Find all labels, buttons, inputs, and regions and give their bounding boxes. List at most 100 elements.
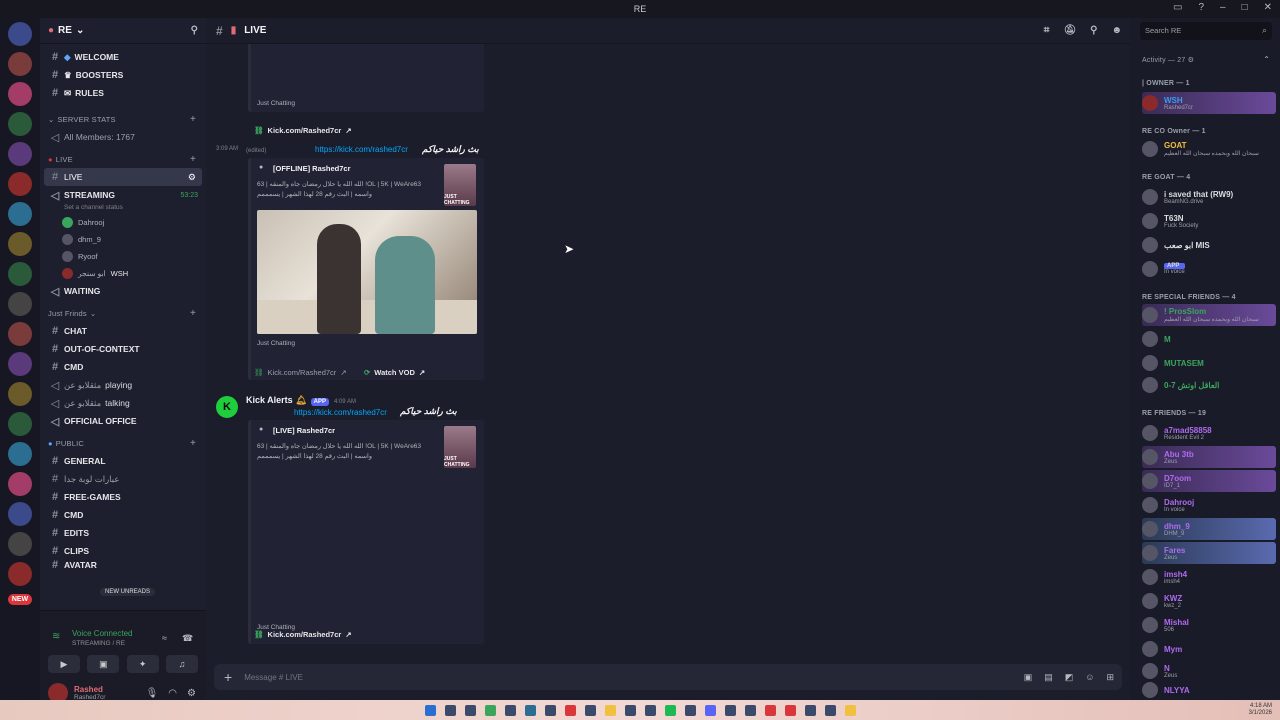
category-live[interactable]: ● LIVE + <box>40 150 206 168</box>
channel-streaming[interactable]: ◁ STREAMING 53:23 <box>40 186 206 204</box>
new-unreads-pill[interactable]: NEW UNREADS <box>100 588 156 596</box>
member-item[interactable]: dhm_9 DHM_9 <box>1142 518 1276 540</box>
taskbar-app-icon[interactable] <box>544 704 556 716</box>
gift-icon[interactable]: ▣ <box>1024 672 1033 683</box>
channel-free-games[interactable]: # FREE-GAMES <box>40 488 206 506</box>
channel-general[interactable]: # GENERAL <box>40 452 206 470</box>
voice-user[interactable]: dhm_9 <box>40 231 206 248</box>
member-item[interactable]: WSH Rashed7cr <box>1142 92 1276 114</box>
emoji-icon[interactable]: ☺ <box>1085 672 1094 683</box>
kick-link-button[interactable]: ⛓ Kick.com/Rashed7cr ↗ <box>254 126 352 135</box>
embed-title[interactable]: [LIVE] Rashed7cr <box>273 426 335 435</box>
activity-header[interactable]: Activity — 27 ⚙ <box>1142 56 1194 64</box>
threads-icon[interactable]: ⌗ <box>1044 25 1050 36</box>
add-attachment-icon[interactable]: + <box>224 669 232 685</box>
help-icon[interactable]: ? <box>1198 2 1204 13</box>
server-icon[interactable] <box>8 382 32 406</box>
kick-link-button[interactable]: ⛓ Kick.com/Rashed7cr ↗ <box>254 368 347 377</box>
member-item[interactable]: العاقل اوتش 7-0 <box>1142 374 1276 396</box>
server-icon[interactable] <box>8 292 32 316</box>
close-button[interactable]: ✕ <box>1264 2 1272 13</box>
member-item[interactable]: M <box>1142 328 1276 350</box>
member-item[interactable]: Dahrooj In voice <box>1142 494 1276 516</box>
member-item[interactable]: i saved that (RW9) BeamNG.drive <box>1142 186 1276 208</box>
gif-icon[interactable]: ▤ <box>1044 672 1053 683</box>
channel-cmd[interactable]: # CMD <box>40 358 206 376</box>
taskbar-app-icon[interactable] <box>784 704 796 716</box>
server-icon[interactable] <box>8 22 32 46</box>
member-item[interactable]: ! ProsSlom سبحان الله وبحمده سبحان الله ا… <box>1142 304 1276 326</box>
message-composer[interactable]: + Message # LIVE ▣ ▤ ◩ ☺ ⊞ <box>214 664 1122 690</box>
category-just-friends[interactable]: Just Frinds ⌄ + <box>40 304 206 322</box>
screen-share-button[interactable]: ▣ <box>87 655 120 673</box>
member-item[interactable]: GOAT سبحان الله وبحمده سبحان الله العظيم <box>1142 138 1276 160</box>
server-icon[interactable] <box>8 52 32 76</box>
taskbar-app-icon[interactable] <box>464 704 476 716</box>
member-item[interactable]: NLYYA <box>1142 682 1276 698</box>
chevron-up-icon[interactable]: ⌃ <box>1263 55 1270 64</box>
stream-thumbnail[interactable] <box>257 210 477 334</box>
add-channel-icon[interactable]: + <box>190 438 196 449</box>
pin-icon[interactable]: ⚲ <box>1090 25 1097 36</box>
server-icon[interactable] <box>8 562 32 586</box>
message-link[interactable]: https://kick.com/rashed7cr <box>315 145 408 154</box>
taskbar-app-icon[interactable] <box>664 704 676 716</box>
channel-talking[interactable]: ◁ مثقلابو عن talking <box>40 394 206 412</box>
taskbar-app-icon[interactable] <box>644 704 656 716</box>
server-icon[interactable] <box>8 322 32 346</box>
start-icon[interactable] <box>424 704 436 716</box>
add-channel-icon[interactable]: + <box>190 308 196 319</box>
soundboard-button[interactable]: ♫ <box>165 655 198 673</box>
taskbar-app-icon[interactable] <box>764 704 776 716</box>
minimize-button[interactable]: – <box>1220 2 1226 13</box>
channel-welcome[interactable]: # ◆ WELCOME <box>40 48 206 66</box>
message-input[interactable]: Message # LIVE <box>244 673 303 682</box>
activities-button[interactable]: ✦ <box>126 655 159 673</box>
message-link[interactable]: https://kick.com/rashed7cr <box>294 408 387 417</box>
taskbar-app-icon[interactable] <box>584 704 596 716</box>
taskbar-app-icon[interactable] <box>504 704 516 716</box>
member-item[interactable]: Mym <box>1142 638 1276 660</box>
server-icon[interactable] <box>8 412 32 436</box>
clock[interactable]: 4:18 AM 3/1/2026 <box>1249 703 1272 717</box>
kick-link-button[interactable]: ⛓ Kick.com/Rashed7cr ↗ <box>254 630 352 639</box>
channel-chat[interactable]: # CHAT <box>40 322 206 340</box>
channel-out-of-context[interactable]: # OUT-OF-CONTEXT <box>40 340 206 358</box>
channel-rules[interactable]: # ✉ RULES <box>40 84 206 102</box>
member-item[interactable]: Mishal 506 <box>1142 614 1276 636</box>
add-member-icon[interactable]: ⚲ <box>191 25 198 36</box>
member-item[interactable]: KWZ kwz_2 <box>1142 590 1276 612</box>
voice-user[interactable]: Dahrooj <box>40 214 206 231</box>
voice-user[interactable]: ابو سنجر WSH <box>40 265 206 282</box>
search-input[interactable]: Search RE ⌕ <box>1140 22 1272 40</box>
taskbar-app-icon[interactable] <box>844 704 856 716</box>
member-item[interactable]: Abu 3tb Zeus <box>1142 446 1276 468</box>
taskbar-app-icon[interactable] <box>684 704 696 716</box>
member-item[interactable]: T63N Fuck Society <box>1142 210 1276 232</box>
video-button[interactable]: ▶ <box>48 655 80 673</box>
channel-clips[interactable]: # CLIPS <box>40 542 206 560</box>
watch-vod-button[interactable]: ⟳ Watch VOD ↗ <box>364 368 425 377</box>
taskbar-app-icon[interactable] <box>704 704 716 716</box>
server-icon[interactable] <box>8 202 32 226</box>
taskbar-app-icon[interactable] <box>524 704 536 716</box>
channel-boosters[interactable]: # ♛ BOOSTERS <box>40 66 206 84</box>
member-item[interactable]: imsh4 imsh4 <box>1142 566 1276 588</box>
noise-suppression-icon[interactable]: ≈ <box>162 633 167 643</box>
channel-waiting[interactable]: ◁ WAITING <box>40 282 206 300</box>
new-badge[interactable]: NEW <box>7 594 33 605</box>
category-public[interactable]: ● PUBLIC + <box>40 434 206 452</box>
taskbar-app-icon[interactable] <box>604 704 616 716</box>
server-icon[interactable] <box>8 142 32 166</box>
channel-live[interactable]: # LIVE ⚙ <box>44 168 202 186</box>
taskbar-app-icon[interactable] <box>724 704 736 716</box>
server-icon[interactable] <box>8 172 32 196</box>
add-channel-icon[interactable]: + <box>190 114 196 125</box>
taskbar-app-icon[interactable] <box>804 704 816 716</box>
members-icon[interactable]: ☻ <box>1111 25 1122 36</box>
server-icon[interactable] <box>8 502 32 526</box>
author-name[interactable]: Kick Alerts <box>246 395 293 405</box>
channel-avatar[interactable]: # AVATAR <box>40 560 206 570</box>
channel-cmd-public[interactable]: # CMD <box>40 506 206 524</box>
kick-alerts-avatar[interactable]: K <box>216 396 238 418</box>
